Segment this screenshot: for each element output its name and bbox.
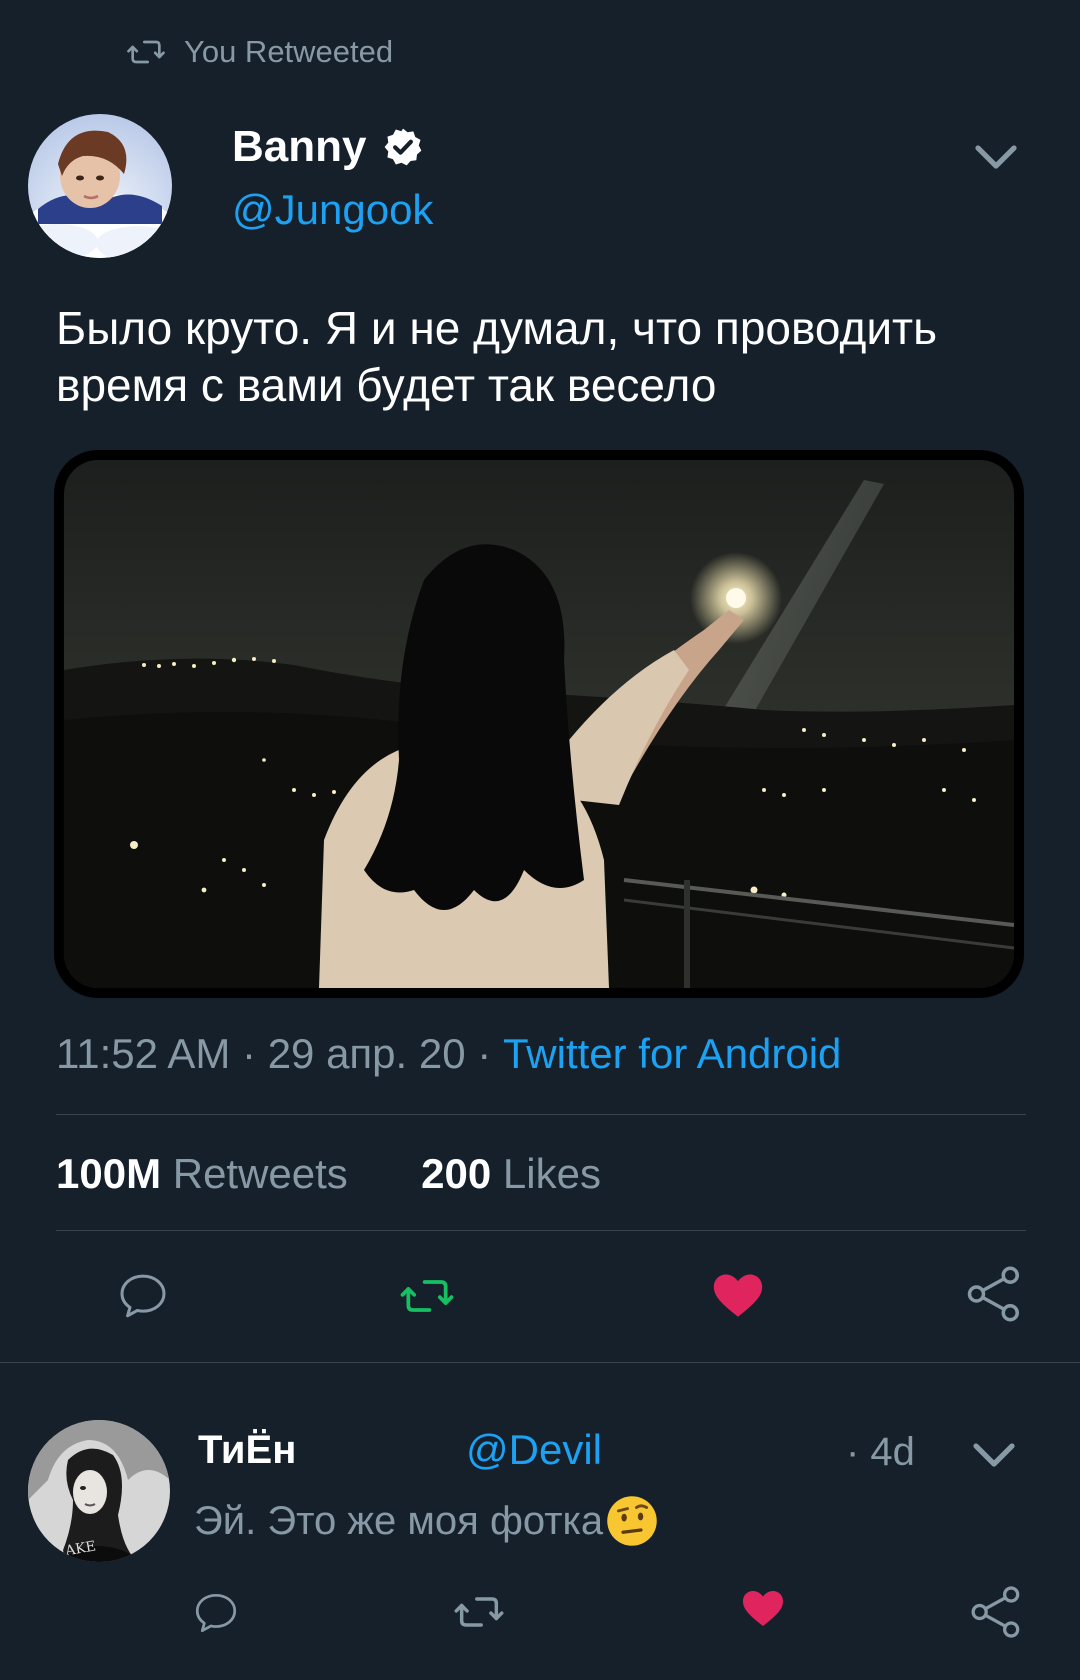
retweet-header-label: You Retweeted — [184, 34, 394, 69]
tweet-meta: 11:52 AM · 29 апр. 20 · Twitter for Andr… — [56, 1030, 841, 1078]
tweet-media[interactable] — [54, 450, 1024, 998]
divider — [56, 1230, 1026, 1231]
meta-separator: · — [477, 1030, 492, 1077]
retweet-button[interactable] — [396, 1268, 458, 1324]
section-divider — [0, 1362, 1080, 1363]
tweet-date: 29 апр. 20 — [267, 1030, 466, 1077]
reply-button[interactable] — [114, 1268, 172, 1324]
likes-stat[interactable]: 200 Likes — [421, 1150, 601, 1197]
retweet-icon — [400, 1280, 454, 1312]
chevron-down-icon[interactable] — [970, 138, 1022, 176]
share-icon — [971, 1586, 1020, 1638]
chevron-down-icon[interactable] — [968, 1436, 1020, 1474]
tweet-text-line-1: Было круто. Я и не думал, что проводить — [56, 302, 938, 354]
reply-timestamp: · 4d — [846, 1430, 915, 1474]
reply-text: Эй. Это же моя фотка — [194, 1494, 659, 1548]
raised-eyebrow-emoji-icon — [607, 1496, 657, 1546]
retweet-icon — [454, 1597, 504, 1627]
tweet-source-link[interactable]: Twitter for Android — [503, 1030, 841, 1077]
share-icon — [967, 1266, 1019, 1322]
author-avatar[interactable] — [28, 114, 172, 258]
reply-like-button[interactable] — [738, 1584, 788, 1632]
reply-icon — [195, 1593, 237, 1633]
author-name-row[interactable]: Banny — [232, 122, 424, 172]
reply-share-button[interactable] — [968, 1582, 1024, 1642]
reply-retweet-button[interactable] — [452, 1586, 506, 1638]
night-photo-image[interactable] — [64, 460, 1014, 988]
retweet-icon — [127, 40, 165, 64]
likes-label: Likes — [502, 1150, 601, 1197]
tweet-text-line-2: время с вами будет так весело — [56, 359, 717, 411]
share-button[interactable] — [964, 1262, 1024, 1326]
reply-icon — [120, 1274, 166, 1318]
retweets-stat[interactable]: 100M Retweets — [56, 1150, 359, 1197]
divider — [56, 1114, 1026, 1115]
meta-separator: · — [242, 1030, 257, 1077]
tweet-stats: 100M Retweets 200 Likes — [56, 1150, 601, 1198]
reply-reply-button[interactable] — [190, 1588, 242, 1638]
likes-count: 200 — [421, 1150, 492, 1197]
reply-author-avatar[interactable]: MAKE — [28, 1420, 170, 1562]
tweet-text: Было круто. Я и не думал, что проводить … — [56, 300, 1046, 414]
reply-author-handle[interactable]: @Devil — [466, 1426, 602, 1474]
reply-text-content: Эй. Это же моя фотка — [194, 1498, 604, 1543]
heart-icon — [743, 1591, 783, 1626]
reply-author-display-name[interactable]: ТиЁн — [198, 1428, 296, 1473]
tweet-time: 11:52 AM — [56, 1030, 231, 1077]
retweets-label: Retweets — [172, 1150, 348, 1197]
author-handle[interactable]: @Jungook — [232, 186, 433, 234]
author-display-name[interactable]: Banny — [232, 122, 366, 172]
verified-badge-icon — [385, 128, 422, 166]
heart-icon — [713, 1274, 763, 1317]
like-button[interactable] — [708, 1266, 768, 1324]
retweets-count: 100M — [56, 1150, 162, 1197]
retweet-header: You Retweeted — [126, 30, 393, 74]
